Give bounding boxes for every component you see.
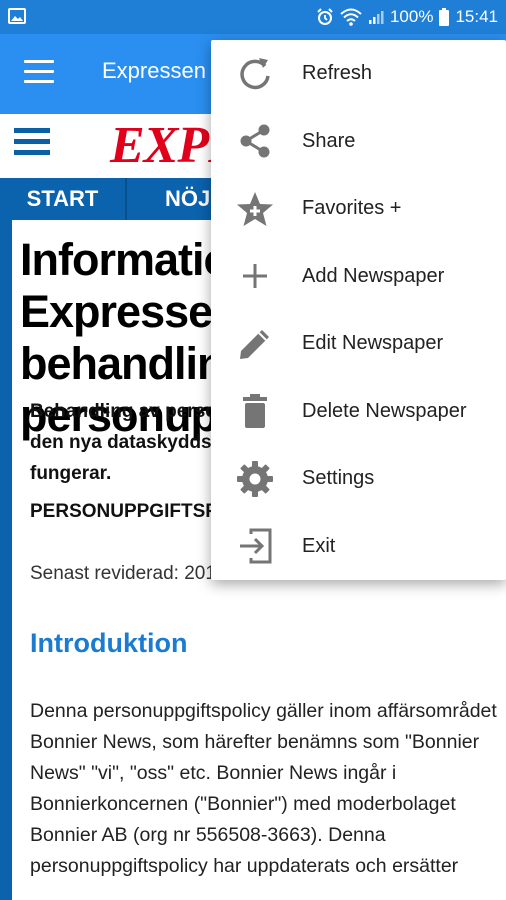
signal-icon — [368, 11, 384, 24]
wifi-icon — [340, 8, 362, 26]
star-plus-icon — [235, 189, 275, 229]
menu-item-share[interactable]: Share — [211, 108, 506, 176]
menu-label-edit-newspaper: Edit Newspaper — [302, 332, 444, 355]
pencil-icon — [235, 324, 275, 364]
menu-label-share: Share — [302, 129, 356, 152]
plus-icon — [235, 256, 275, 296]
menu-label-favorites: Favorites + — [302, 197, 402, 220]
gear-icon — [235, 459, 275, 499]
battery-icon — [439, 8, 450, 26]
menu-label-delete-newspaper: Delete Newspaper — [302, 399, 467, 422]
menu-label-exit: Exit — [302, 534, 336, 557]
clock: 15:41 — [455, 7, 498, 26]
article-body: Denna personuppgiftspolicy gäller inom a… — [30, 700, 497, 877]
site-menu-icon[interactable] — [14, 128, 50, 162]
menu-item-add-newspaper[interactable]: Add Newspaper — [211, 243, 506, 311]
menu-label-add-newspaper: Add Newspaper — [302, 264, 445, 287]
nav-start[interactable]: START — [0, 178, 127, 220]
share-icon — [235, 121, 275, 161]
hamburger-icon[interactable] — [24, 60, 54, 88]
refresh-icon — [235, 54, 275, 94]
menu-item-edit-newspaper[interactable]: Edit Newspaper — [211, 310, 506, 378]
exit-icon — [235, 526, 275, 566]
menu-label-settings: Settings — [302, 467, 375, 490]
menu-item-favorites[interactable]: Favorites + — [211, 175, 506, 243]
menu-item-settings[interactable]: Settings — [211, 445, 506, 513]
status-bar: 100% 15:41 — [0, 0, 506, 34]
menu-item-refresh[interactable]: Refresh — [211, 40, 506, 108]
app-title: Expressen — [102, 58, 206, 83]
menu-item-delete-newspaper[interactable]: Delete Newspaper — [211, 378, 506, 446]
alarm-icon — [317, 8, 333, 25]
menu-item-exit[interactable]: Exit — [211, 513, 506, 581]
image-icon — [8, 8, 26, 24]
section-title: Introduktion — [30, 628, 188, 658]
trash-icon — [235, 391, 275, 431]
overflow-menu: Refresh Share Favorites + Add Newspaper … — [211, 40, 506, 580]
battery-percent: 100% — [389, 7, 434, 26]
menu-label-refresh: Refresh — [302, 62, 373, 85]
